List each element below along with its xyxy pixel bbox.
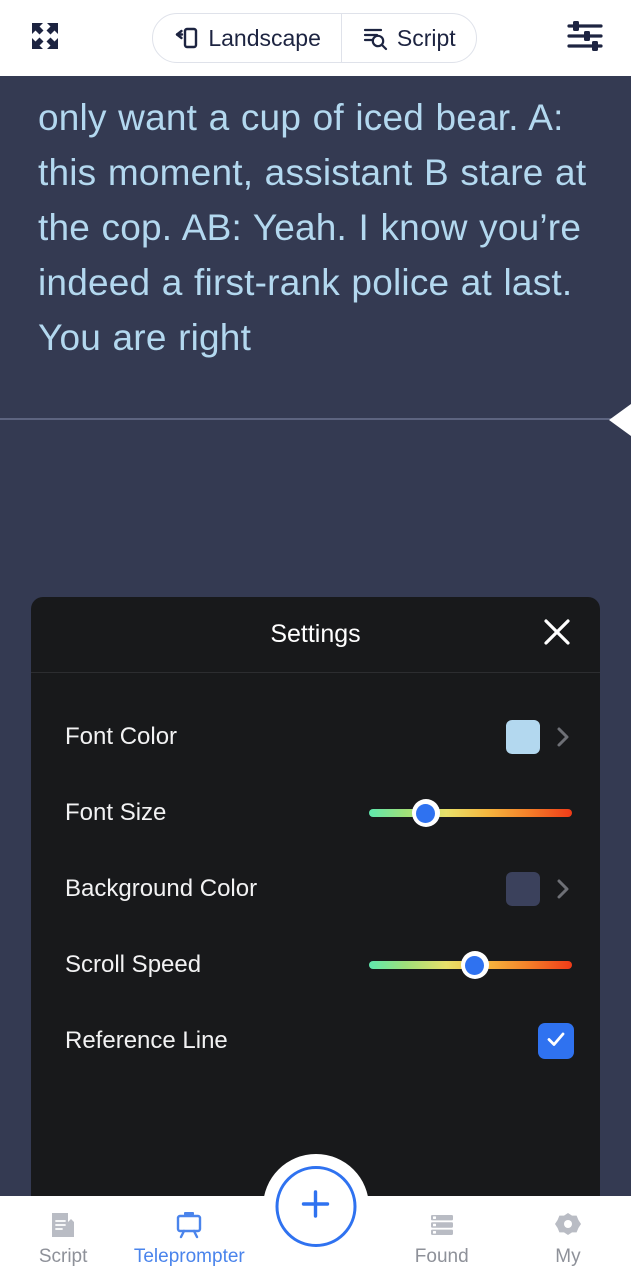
nav-label: Found [414, 1246, 469, 1267]
settings-header: Settings [31, 597, 600, 673]
tab-landscape-label: Landscape [208, 24, 321, 51]
top-bar: Landscape Script [0, 0, 631, 76]
close-settings-button[interactable] [536, 614, 578, 656]
setting-label: Font Color [65, 723, 178, 750]
script-text: only want a cup of iced bear. A: this mo… [38, 97, 587, 358]
setting-label: Reference Line [65, 1027, 228, 1054]
font-color-swatch[interactable] [506, 720, 540, 754]
scroll-speed-slider-thumb[interactable] [460, 951, 489, 979]
setting-label: Scroll Speed [65, 951, 202, 978]
reference-line [0, 418, 631, 420]
settings-rows: Font Color Font Size Background Color Sc… [31, 673, 600, 1079]
plus-icon [296, 1184, 336, 1229]
mode-segmented-control: Landscape Script [68, 13, 561, 63]
left-triangle-marker-icon[interactable] [609, 404, 631, 436]
setting-row-background-color[interactable]: Background Color [31, 851, 600, 927]
bottom-navigation: Script Teleprompter Found My [0, 1154, 631, 1280]
setting-row-font-size[interactable]: Font Size [31, 775, 600, 851]
tab-script-label: Script [396, 24, 456, 51]
gear-icon [553, 1208, 583, 1240]
setting-label: Font Size [65, 799, 167, 826]
nav-item-script[interactable]: Script [0, 1196, 126, 1280]
document-bookmark-icon [48, 1208, 78, 1240]
font-size-slider-thumb[interactable] [411, 799, 440, 827]
check-icon [544, 1027, 568, 1056]
setting-row-reference-line[interactable]: Reference Line [31, 1003, 600, 1079]
nav-label: Teleprompter [133, 1246, 245, 1267]
nav-item-my[interactable]: My [505, 1196, 631, 1280]
fab-slot [252, 1154, 378, 1280]
settings-title: Settings [270, 620, 361, 648]
teleprompter-stand-icon [174, 1208, 204, 1240]
tab-landscape[interactable]: Landscape [153, 14, 341, 62]
fullscreen-button[interactable] [22, 15, 68, 61]
list-rows-icon [427, 1208, 457, 1240]
close-icon [540, 615, 574, 654]
setting-row-scroll-speed[interactable]: Scroll Speed [31, 927, 600, 1003]
font-size-slider[interactable] [369, 798, 572, 828]
nav-item-teleprompter[interactable]: Teleprompter [126, 1196, 252, 1280]
background-color-swatch[interactable] [506, 872, 540, 906]
document-search-icon [362, 25, 388, 51]
settings-panel: Settings Font Color Font Size Background… [31, 597, 600, 1197]
reference-line-checkbox[interactable] [538, 1023, 574, 1059]
nav-item-found[interactable]: Found [379, 1196, 505, 1280]
app-screen: Landscape Script only want a cup of iced… [0, 0, 631, 1280]
sliders-settings-icon [564, 15, 606, 62]
setting-row-font-color[interactable]: Font Color [31, 699, 600, 775]
setting-label: Background Color [65, 875, 258, 902]
nav-label: My [555, 1246, 581, 1267]
settings-toggle-button[interactable] [561, 14, 609, 62]
scroll-speed-slider[interactable] [369, 950, 572, 980]
chevron-right-icon [552, 726, 574, 748]
tab-script[interactable]: Script [340, 14, 476, 62]
rotate-screen-icon [173, 25, 199, 51]
fullscreen-expand-icon [25, 16, 65, 61]
nav-label: Script [38, 1246, 88, 1267]
chevron-right-icon [552, 878, 574, 900]
create-new-button[interactable] [275, 1166, 356, 1247]
